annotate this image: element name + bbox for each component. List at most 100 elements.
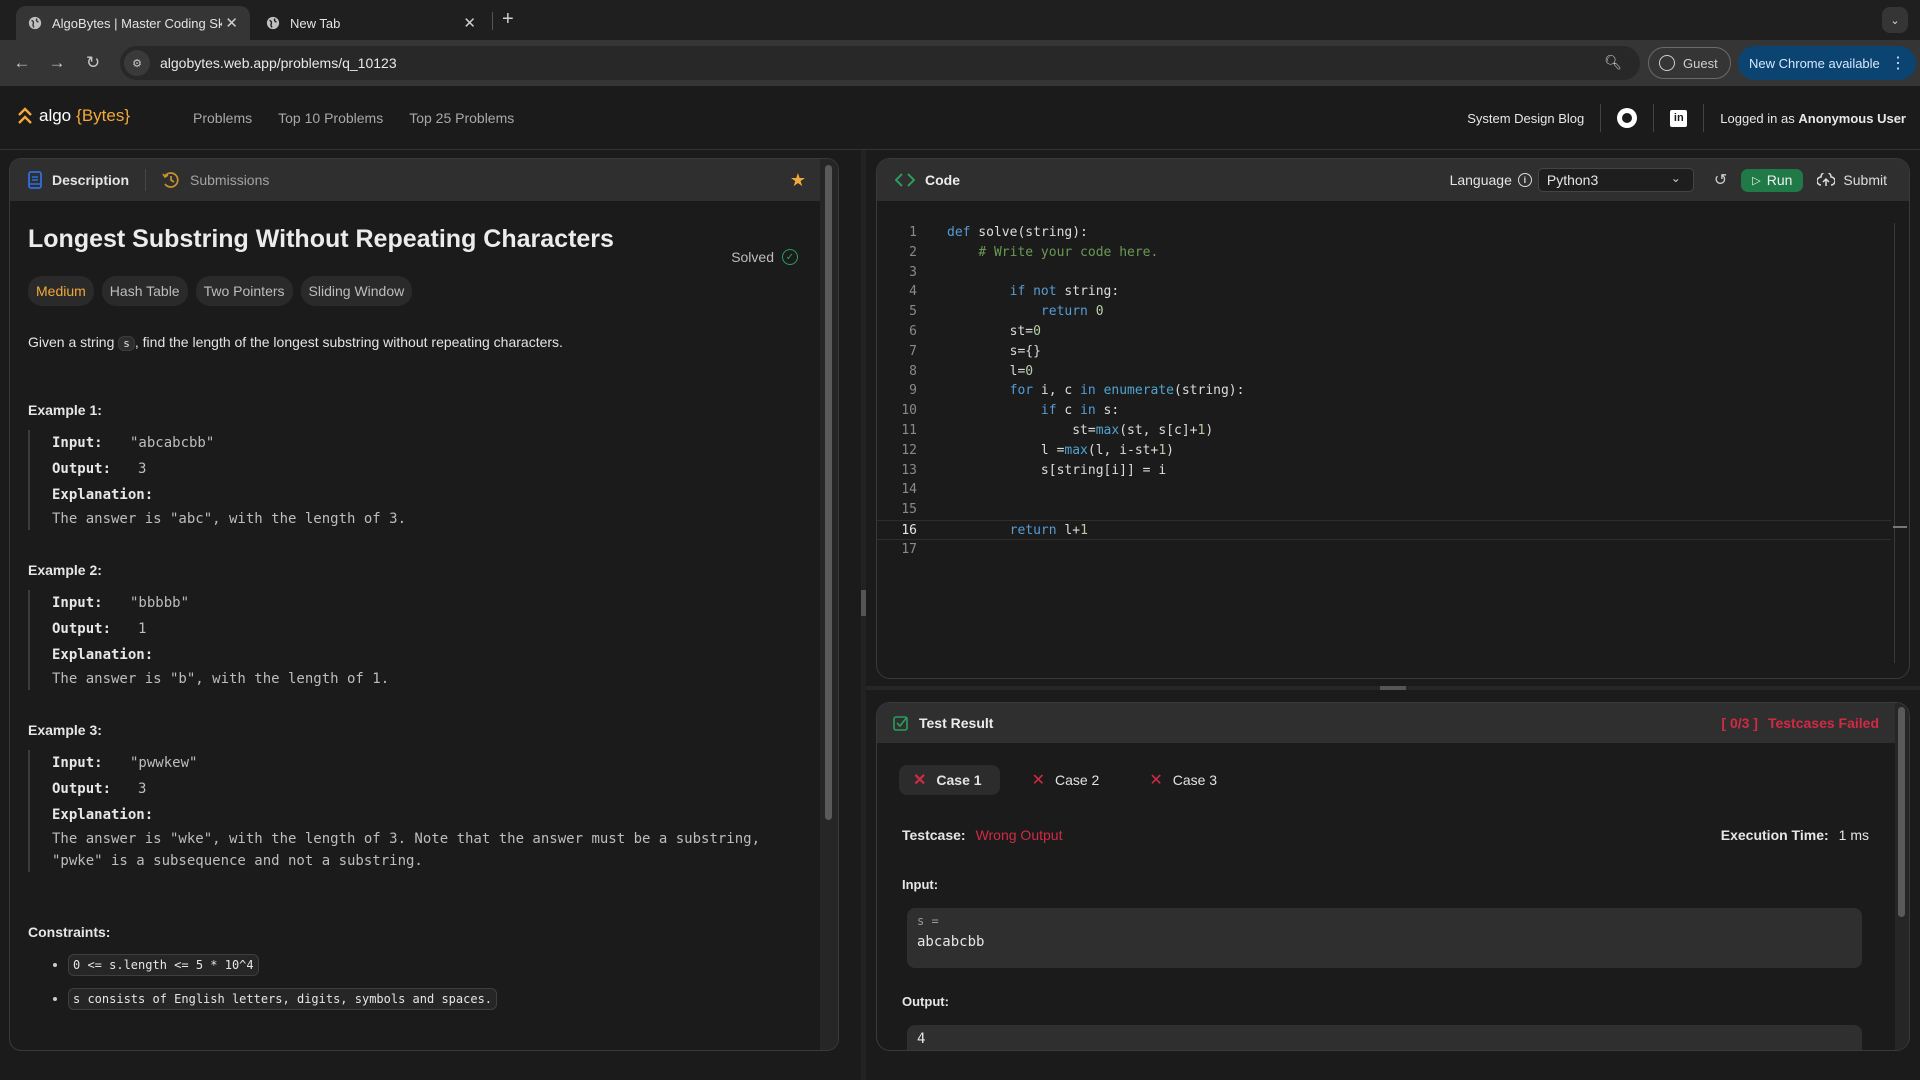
main-nav: Problems Top 10 Problems Top 25 Problems bbox=[193, 110, 514, 126]
reload-icon[interactable]: ↻ bbox=[82, 52, 104, 74]
case-tab[interactable]: ✕ Case 2 bbox=[1018, 765, 1118, 795]
profile-button[interactable]: Guest bbox=[1648, 47, 1731, 79]
test-result-header: Test Result [ 0/3 ] Testcases Failed bbox=[877, 703, 1909, 743]
code-line[interactable]: 11 st=max(st, s[c]+1) bbox=[877, 421, 1891, 441]
forward-arrow-icon[interactable]: → bbox=[46, 52, 68, 74]
code-line[interactable]: 9 for i, c in enumerate(string): bbox=[877, 381, 1891, 401]
language-select[interactable]: Python3 ⌄ bbox=[1537, 168, 1694, 192]
case-label: Case 3 bbox=[1172, 772, 1218, 788]
scrollbar-thumb[interactable] bbox=[825, 165, 832, 820]
chevron-down-icon: ⌄ bbox=[1670, 171, 1681, 185]
topic-tag[interactable]: Hash Table bbox=[101, 276, 188, 306]
code-line[interactable]: 15 bbox=[877, 500, 1891, 520]
case-tabs: ✕ Case 1 ✕ Case 2 ✕ Case 3 bbox=[899, 765, 1235, 795]
code-text[interactable]: for i, c in enumerate(string): bbox=[947, 381, 1245, 401]
code-line[interactable]: 13 s[string[i]] = i bbox=[877, 461, 1891, 481]
close-tab-icon[interactable]: ✕ bbox=[463, 14, 476, 32]
topic-tag[interactable]: Two Pointers bbox=[195, 276, 293, 306]
nav-top-10[interactable]: Top 10 Problems bbox=[278, 110, 383, 126]
code-text[interactable]: s[string[i]] = i bbox=[947, 461, 1166, 481]
github-icon[interactable] bbox=[1617, 108, 1638, 128]
close-tab-icon[interactable]: ✕ bbox=[225, 14, 238, 32]
tab-title: New Tab bbox=[290, 15, 341, 31]
favorite-star-icon[interactable]: ★ bbox=[790, 170, 806, 191]
code-text[interactable]: l=0 bbox=[947, 362, 1034, 382]
browser-tab[interactable]: New Tab ✕ bbox=[254, 6, 488, 40]
case-tab[interactable]: ✕ Case 1 bbox=[899, 765, 1000, 795]
scrollbar-thumb[interactable] bbox=[1898, 707, 1905, 917]
system-design-blog-link[interactable]: System Design Blog bbox=[1467, 111, 1584, 126]
info-icon[interactable]: i bbox=[1517, 173, 1532, 187]
problem-scrollbar[interactable] bbox=[820, 159, 838, 1050]
run-label: Run bbox=[1766, 172, 1793, 188]
solved-badge: Solved ✓ bbox=[731, 249, 798, 265]
nav-problems[interactable]: Problems bbox=[193, 110, 252, 126]
scrollbar-cursor-marker bbox=[1893, 526, 1907, 528]
input-label: Input: bbox=[52, 595, 103, 611]
editor-scrollbar[interactable] bbox=[1893, 223, 1907, 663]
code-text[interactable]: def solve(string): bbox=[947, 223, 1088, 243]
case-tab[interactable]: ✕ Case 3 bbox=[1135, 765, 1235, 795]
back-arrow-icon[interactable]: ← bbox=[11, 52, 33, 74]
tab-description[interactable]: Description bbox=[28, 171, 129, 189]
line-number: 9 bbox=[909, 383, 917, 399]
code-line[interactable]: 3 bbox=[877, 263, 1891, 283]
test-result-scrollbar[interactable] bbox=[1895, 703, 1909, 1050]
browser-tab-active[interactable]: AlgoBytes | Master Coding Sk ✕ bbox=[16, 6, 250, 40]
tab-submissions[interactable]: Submissions bbox=[162, 171, 269, 189]
line-number: 7 bbox=[909, 343, 917, 359]
line-number: 14 bbox=[901, 482, 917, 498]
logo[interactable]: algo {Bytes} bbox=[17, 106, 130, 126]
resize-grip[interactable] bbox=[1380, 686, 1406, 690]
submit-button[interactable]: Submit bbox=[1817, 172, 1887, 188]
difficulty-badge: Medium bbox=[28, 276, 94, 306]
code-text[interactable]: st=0 bbox=[947, 322, 1041, 342]
code-line[interactable]: 14 bbox=[877, 480, 1891, 500]
address-bar[interactable]: ⚙ algobytes.web.app/problems/q_10123 🔍︎ bbox=[120, 46, 1640, 80]
code-line[interactable]: 6 st=0 bbox=[877, 322, 1891, 342]
code-text[interactable]: return 0 bbox=[947, 302, 1104, 322]
topic-tag[interactable]: Sliding Window bbox=[300, 276, 413, 306]
site-settings-icon[interactable]: ⚙ bbox=[124, 50, 150, 76]
exec-value: 1 ms bbox=[1838, 827, 1869, 843]
url-text[interactable]: algobytes.web.app/problems/q_10123 bbox=[160, 55, 397, 71]
zoom-magnifier-icon[interactable]: 🔍︎ bbox=[1604, 54, 1622, 71]
code-text[interactable]: s={} bbox=[947, 342, 1041, 362]
more-vert-icon[interactable]: ⋮ bbox=[1890, 53, 1906, 73]
code-line[interactable]: 12 l =max(l, i-st+1) bbox=[877, 441, 1891, 461]
code-text[interactable]: return l+1 bbox=[947, 521, 1088, 539]
code-text[interactable]: # Write your code here. bbox=[947, 243, 1158, 263]
statement-text: , find the length of the longest substri… bbox=[134, 334, 563, 350]
code-line[interactable]: 7 s={} bbox=[877, 342, 1891, 362]
tab-search-chevron-icon[interactable]: ⌄ bbox=[1882, 7, 1908, 33]
run-button[interactable]: ▷ Run bbox=[1741, 168, 1804, 192]
submit-label: Submit bbox=[1843, 172, 1887, 188]
nav-top-25[interactable]: Top 25 Problems bbox=[409, 110, 514, 126]
vertical-resize-handle[interactable] bbox=[861, 150, 866, 1080]
reset-code-icon[interactable]: ↺ bbox=[1714, 170, 1727, 190]
code-text[interactable]: if not string: bbox=[947, 282, 1120, 302]
code-text[interactable]: if c in s: bbox=[947, 401, 1119, 421]
output-label: Output: bbox=[52, 781, 112, 797]
code-line[interactable]: 4 if not string: bbox=[877, 282, 1891, 302]
code-line[interactable]: 5 return 0 bbox=[877, 302, 1891, 322]
linkedin-icon[interactable]: in bbox=[1670, 109, 1688, 127]
code-line[interactable]: 2 # Write your code here. bbox=[877, 243, 1891, 263]
test-summary: [ 0/3 ] Testcases Failed bbox=[1721, 715, 1879, 731]
code-line[interactable]: 1 def solve(string): bbox=[877, 223, 1891, 243]
code-line[interactable]: 10 if c in s: bbox=[877, 401, 1891, 421]
explanation-label: Explanation: bbox=[52, 647, 154, 663]
code-line[interactable]: 17 bbox=[877, 540, 1891, 560]
update-chrome-button[interactable]: New Chrome available ⋮ bbox=[1738, 46, 1916, 80]
resize-grip[interactable] bbox=[861, 590, 866, 616]
code-line[interactable]: 8 l=0 bbox=[877, 362, 1891, 382]
horizontal-resize-handle[interactable] bbox=[866, 686, 1920, 690]
code-editor[interactable]: 1 def solve(string): 2 # Write your code h… bbox=[877, 223, 1891, 560]
code-text[interactable]: st=max(st, s[c]+1) bbox=[947, 421, 1213, 441]
code-text[interactable]: l =max(l, i-st+1) bbox=[947, 441, 1174, 461]
case-label: Case 1 bbox=[936, 772, 982, 788]
explanation-label: Explanation: bbox=[52, 487, 154, 503]
new-tab-plus-icon[interactable]: + bbox=[502, 8, 514, 31]
code-line[interactable]: 16 return l+1 bbox=[877, 519, 1891, 540]
fail-x-icon: ✕ bbox=[1031, 772, 1045, 789]
